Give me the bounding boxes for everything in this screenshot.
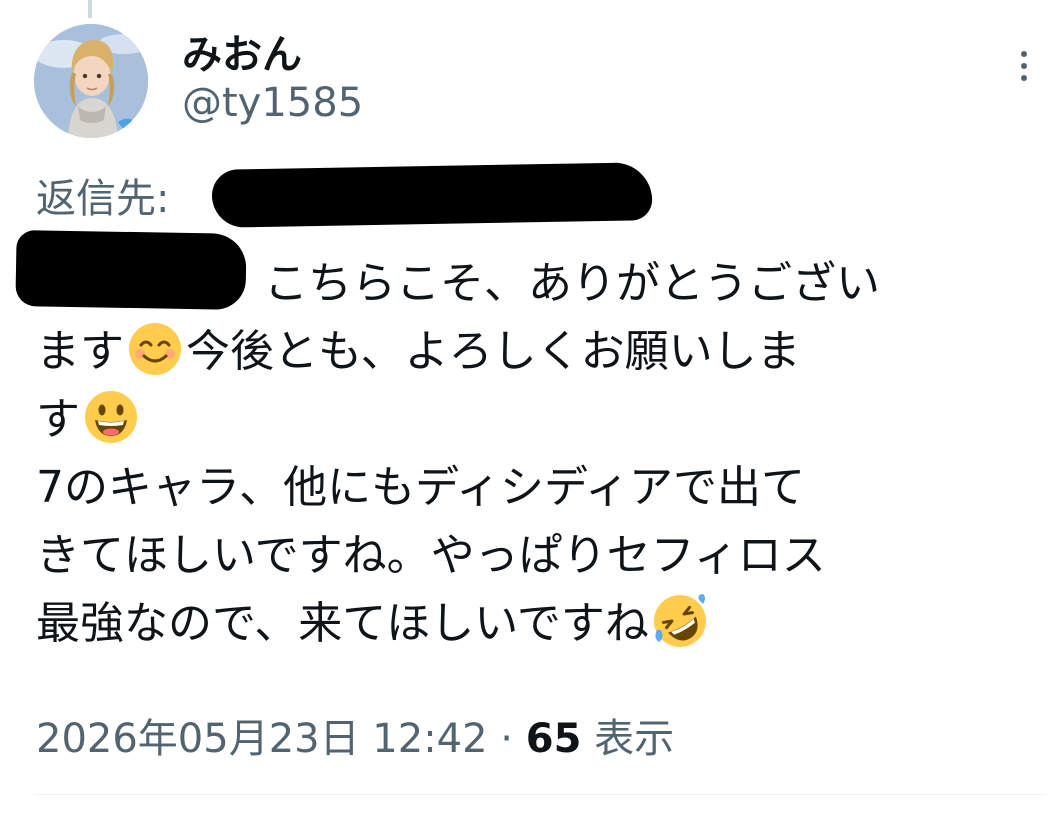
tweet-text-segment: ます [36,326,124,377]
views-label: 表示 [594,716,675,762]
avatar-image [34,24,148,138]
smiling-face-icon [129,323,181,375]
tweet-text-segment: 今後とも、よろしくお願いしま [186,326,801,377]
tweet-detail: みおん @ty1585 返信先: こちらこそ、ありがとうござい ます 今後とも、… [0,0,1056,816]
views-count[interactable]: 65 [526,716,582,762]
tweet-timestamp[interactable]: 2026年05月23日 12:42 [36,716,488,762]
tweet-text-line: す [36,386,1046,454]
rofl-face-icon [653,594,706,647]
more-options-icon[interactable] [1012,46,1036,86]
display-name[interactable]: みおん [182,22,302,80]
tweet-text-segment: 7のキャラ、他にもディシディアで出て [36,462,805,513]
redacted-reply-recipient [211,162,653,228]
tweet-metadata: 2026年05月23日 12:42 · 65 表示 [36,706,674,764]
tweet-text-segment: す [36,394,80,445]
tweet-text-line: きてほしいですね。やっぱりセフィロス [36,522,1046,590]
avatar[interactable] [34,24,148,138]
tweet-text-segment: きてほしいですね。やっぱりセフィロス [36,530,826,581]
tweet-text-line: ます 今後とも、よろしくお願いしま [36,318,1046,386]
user-handle[interactable]: @ty1585 [182,80,363,126]
grinning-face-icon [85,391,137,443]
reply-to-label: 返信先: [36,176,170,222]
divider [34,794,1046,795]
thread-connector-line [88,0,92,18]
metadata-separator: · [487,716,526,762]
tweet-text-segment: 最強なので、来てほしいですね [36,598,649,649]
tweet-text: こちらこそ、ありがとうござい ます 今後とも、よろしくお願いしま す 7のキャラ… [36,250,1046,658]
tweet-text-line: 7のキャラ、他にもディシディアで出て [36,454,1046,522]
tweet-text-line: 最強なので、来てほしいですね [36,590,1046,658]
tweet-text-segment: こちらこそ、ありがとうござい [264,258,880,309]
redacted-mention [15,229,247,311]
